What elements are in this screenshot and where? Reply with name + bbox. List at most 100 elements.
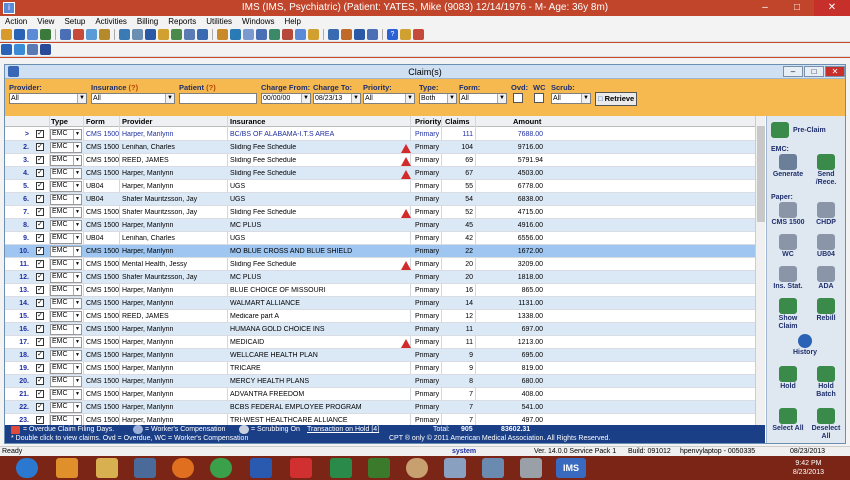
explorer-icon[interactable] (96, 458, 118, 478)
menu-view[interactable]: View (32, 16, 59, 26)
header-priority[interactable]: Priority (415, 117, 441, 126)
form-select[interactable]: All ▼ (459, 93, 507, 104)
paint-icon[interactable] (406, 458, 428, 478)
print-icon[interactable] (367, 29, 378, 40)
menu-activities[interactable]: Activities (90, 16, 132, 26)
table-row[interactable]: 5. ✓ EMC ▼ UB04 Harper, Marilynn UGS Primary 55 6… (5, 180, 755, 193)
close-button[interactable]: ✕ (814, 0, 850, 16)
row-checkbox[interactable]: ✓ (36, 273, 44, 281)
table-row[interactable]: > ✓ EMC ▼ CMS 1500 Harper, Marilynn BC/BS OF A… (5, 128, 755, 141)
menu-setup[interactable]: Setup (59, 16, 90, 26)
retrieve-button[interactable]: □ Retrieve (595, 92, 638, 106)
ada-button[interactable]: ADA (808, 266, 844, 291)
appointments-icon[interactable] (14, 29, 25, 40)
fax-icon[interactable] (256, 29, 267, 40)
row-checkbox[interactable]: ✓ (36, 195, 44, 203)
scrollbar-thumb[interactable] (757, 126, 765, 222)
word-icon[interactable] (250, 458, 272, 478)
row-checkbox[interactable]: ✓ (36, 377, 44, 385)
ovd-checkbox[interactable] (513, 93, 523, 103)
insurance-help-link[interactable]: (?) (129, 83, 139, 92)
row-type-select[interactable]: EMC ▼ (50, 207, 82, 218)
row-type-select[interactable]: EMC ▼ (50, 181, 82, 192)
claims-restore-button[interactable]: □ (804, 66, 824, 77)
network-icon[interactable] (134, 458, 156, 478)
ledger-icon[interactable] (132, 29, 143, 40)
table-row[interactable]: 15. ✓ EMC ▼ CMS 1500 REED, JAMES Medicare part… (5, 310, 755, 323)
tree-icon[interactable] (1, 44, 12, 55)
row-checkbox[interactable]: ✓ (36, 403, 44, 411)
ins-stat-button[interactable]: Ins. Stat. (770, 266, 806, 291)
notes-icon[interactable] (99, 29, 110, 40)
table-row[interactable]: 9. ✓ EMC ▼ UB04 Lenihan, Charles UGS Primary 42 6… (5, 232, 755, 245)
table-row[interactable]: 4. ✓ EMC ▼ CMS 1500 Harper, Marilynn Sliding F… (5, 167, 755, 180)
row-type-select[interactable]: EMC ▼ (50, 220, 82, 231)
charge-to-field[interactable]: 08/23/13 ▼ (313, 93, 361, 104)
row-type-select[interactable]: EMC ▼ (50, 233, 82, 244)
row-type-select[interactable]: EMC ▼ (50, 324, 82, 335)
wc-button[interactable]: WC (770, 234, 806, 259)
header-insurance[interactable]: Insurance (230, 117, 265, 126)
row-type-select[interactable]: EMC ▼ (50, 129, 82, 140)
insurance-select[interactable]: All ▼ (91, 93, 175, 104)
type-select[interactable]: Both ▼ (419, 93, 457, 104)
ims-taskbar-button[interactable]: IMS (556, 458, 586, 478)
schedule-icon[interactable] (27, 29, 38, 40)
outlook-icon[interactable] (56, 458, 78, 478)
patient-help-link[interactable]: (?) (206, 83, 216, 92)
exit-icon[interactable] (413, 29, 424, 40)
menu-windows[interactable]: Windows (237, 16, 279, 26)
chrome-icon[interactable] (210, 458, 232, 478)
table-row[interactable]: 10. ✓ EMC ▼ CMS 1500 Harper, Marilynn MO BLUE … (5, 245, 755, 258)
pre-claim-button[interactable]: Pre-Claim (771, 122, 843, 138)
table-row[interactable]: 2. ✓ EMC ▼ CMS 1500 Lenihan, Charles Sliding F… (5, 141, 755, 154)
row-type-select[interactable]: EMC ▼ (50, 389, 82, 400)
hold-link[interactable]: Transaction on Hold [4] (307, 426, 379, 433)
table-row[interactable]: 14. ✓ EMC ▼ CMS 1500 Harper, Marilynn WALMART … (5, 297, 755, 310)
menu-action[interactable]: Action (0, 16, 32, 26)
row-type-select[interactable]: EMC ▼ (50, 272, 82, 283)
tasks-icon[interactable] (230, 29, 241, 40)
payments-icon[interactable] (119, 29, 130, 40)
table-row[interactable]: 22. ✓ EMC ▼ CMS 1500 Harper, Marilynn BCBS FED… (5, 401, 755, 414)
cms1500-button[interactable]: CMS 1500 (770, 202, 806, 227)
menu-reports[interactable]: Reports (163, 16, 201, 26)
row-type-select[interactable]: EMC ▼ (50, 194, 82, 205)
charge-from-field[interactable]: 00/00/00 ▼ (261, 93, 311, 104)
table-row[interactable]: 17. ✓ EMC ▼ CMS 1500 Harper, Marilynn MEDICAID… (5, 336, 755, 349)
menu-billing[interactable]: Billing (132, 16, 163, 26)
deselect-all-button[interactable]: Deselect All (808, 408, 844, 441)
maximize-button[interactable]: □ (784, 0, 810, 16)
minimize-button[interactable]: – (752, 0, 778, 16)
header-claims[interactable]: Claims (445, 117, 470, 126)
row-checkbox[interactable]: ✓ (36, 182, 44, 190)
dreamweaver-icon[interactable] (368, 458, 390, 478)
prescription-icon[interactable] (269, 29, 280, 40)
row-checkbox[interactable]: ✓ (36, 351, 44, 359)
row-type-select[interactable]: EMC ▼ (50, 142, 82, 153)
row-checkbox[interactable]: ✓ (36, 364, 44, 372)
row-type-select[interactable]: EMC ▼ (50, 155, 82, 166)
row-checkbox[interactable]: ✓ (36, 169, 44, 177)
send-receive-button[interactable]: Send /Rece. (808, 154, 844, 187)
row-checkbox[interactable]: ✓ (36, 143, 44, 151)
row-checkbox[interactable]: ✓ (36, 208, 44, 216)
row-type-select[interactable]: EMC ▼ (50, 350, 82, 361)
editor-icon[interactable] (444, 458, 466, 478)
row-type-select[interactable]: EMC ▼ (50, 376, 82, 387)
row-checkbox[interactable]: ✓ (36, 156, 44, 164)
row-type-select[interactable]: EMC ▼ (50, 415, 82, 425)
excel-icon[interactable] (330, 458, 352, 478)
header-provider[interactable]: Provider (122, 117, 152, 126)
row-checkbox[interactable]: ✓ (36, 247, 44, 255)
history-button[interactable]: History (787, 334, 823, 357)
calendar-icon[interactable] (217, 29, 228, 40)
row-type-select[interactable]: EMC ▼ (50, 285, 82, 296)
messages-icon[interactable] (243, 29, 254, 40)
table-row[interactable]: 8. ✓ EMC ▼ CMS 1500 Harper, Marilynn MC PLUS Pr… (5, 219, 755, 232)
patient-icon[interactable] (1, 29, 12, 40)
row-checkbox[interactable]: ✓ (36, 325, 44, 333)
folder-icon[interactable] (308, 29, 319, 40)
table-row[interactable]: 11. ✓ EMC ▼ CMS 1500 Mental Health, Jessy Slid… (5, 258, 755, 271)
header-amount[interactable]: Amount (513, 117, 541, 126)
